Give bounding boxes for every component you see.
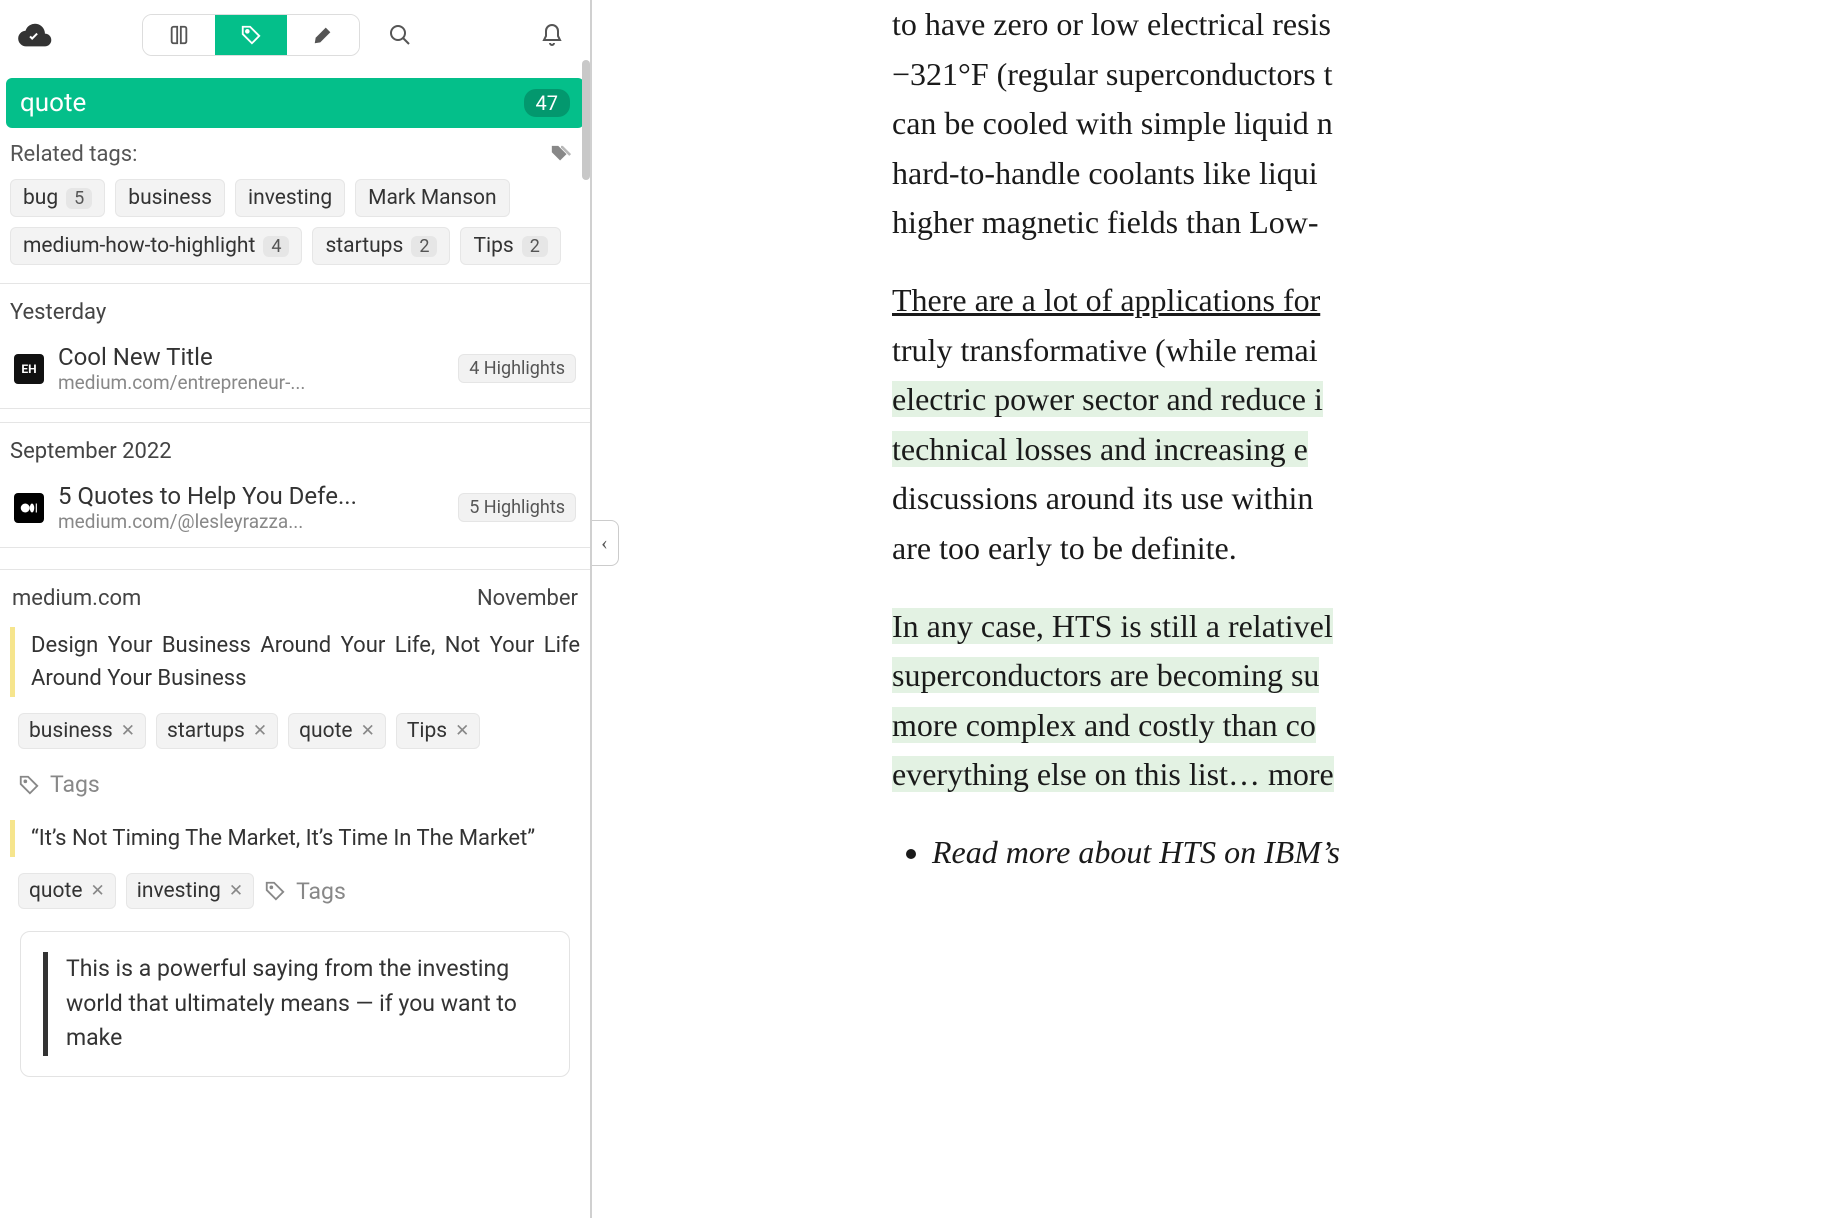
remove-tag-icon[interactable]: ✕ — [229, 881, 243, 901]
applied-tag-quote[interactable]: quote✕ — [288, 713, 386, 749]
highlight-text: Design Your Business Around Your Life, N… — [31, 629, 580, 695]
remove-tag-icon[interactable]: ✕ — [121, 721, 135, 741]
tag-chip-business[interactable]: business — [115, 179, 225, 217]
reader-pane: ‹ to have zero or low electrical resis −… — [592, 0, 1826, 1218]
detail-source: medium.com — [12, 586, 141, 611]
tag-chip-investing[interactable]: investing — [235, 179, 345, 217]
reader-highlight[interactable]: everything else on this list… more — [892, 756, 1334, 792]
reader-highlight[interactable]: superconductors are becoming su — [892, 657, 1319, 693]
highlight-block[interactable]: Design Your Business Around Your Life, N… — [10, 627, 580, 697]
cloud-sync-icon[interactable] — [18, 22, 142, 48]
note-box[interactable]: This is a powerful saying from the inves… — [20, 931, 570, 1077]
detail-date: November — [477, 586, 578, 611]
reader-highlight[interactable]: technical losses and increasing e — [892, 431, 1308, 467]
reader-paragraph: There are a lot of applications for trul… — [892, 276, 1826, 574]
nav-highlighter-icon[interactable] — [287, 15, 359, 55]
remove-tag-icon[interactable]: ✕ — [361, 721, 375, 741]
date-label: Yesterday — [0, 284, 590, 333]
nav-tags-icon[interactable] — [215, 15, 287, 55]
reader-highlight[interactable]: electric power sector and reduce i — [892, 381, 1323, 417]
highlights-count-badge: 5 Highlights — [458, 493, 576, 522]
source-favicon-icon: EH — [14, 354, 44, 384]
reader-list: Read more about HTS on IBM’s — [892, 828, 1826, 878]
list-item-url: medium.com/entrepreneur-... — [58, 371, 444, 394]
note-text: This is a powerful saying from the inves… — [43, 952, 547, 1056]
remove-tag-icon[interactable]: ✕ — [455, 721, 469, 741]
tag-chip-medium-how-to-highlight[interactable]: medium-how-to-highlight4 — [10, 227, 302, 265]
highlight-text: “It’s Not Timing The Market, It’s Time I… — [31, 822, 580, 855]
scrollbar[interactable] — [582, 60, 590, 180]
related-tags-label: Related tags: — [10, 142, 137, 167]
active-tag-name: quote — [20, 88, 86, 118]
bell-icon[interactable] — [532, 15, 572, 55]
reader-list-item: Read more about HTS on IBM’s — [932, 828, 1826, 878]
nav-reader-icon[interactable] — [143, 15, 215, 55]
date-group-yesterday: Yesterday EH Cool New Title medium.com/e… — [0, 284, 590, 409]
chevron-left-icon: ‹ — [601, 528, 608, 559]
applied-tag-tips[interactable]: Tips✕ — [396, 713, 481, 749]
list-item[interactable]: 5 Quotes to Help You Defe... medium.com/… — [0, 472, 590, 548]
list-item-url: medium.com/@lesleyrazza... — [58, 510, 444, 533]
active-tag-header[interactable]: quote 47 — [6, 78, 584, 128]
topnav — [0, 0, 590, 70]
highlight-block[interactable]: “It’s Not Timing The Market, It’s Time I… — [10, 820, 580, 857]
list-item-title: Cool New Title — [58, 343, 444, 371]
active-tag-count: 47 — [524, 89, 570, 117]
nav-pills — [142, 14, 360, 56]
list-item[interactable]: EH Cool New Title medium.com/entrepreneu… — [0, 333, 590, 409]
search-icon[interactable] — [380, 15, 420, 55]
add-tags-button[interactable]: Tags — [18, 771, 100, 798]
reader-highlight[interactable]: In any case, HTS is still a relativel — [892, 608, 1333, 644]
sidebar: quote 47 Related tags: bug5 business inv… — [0, 0, 592, 1218]
reader-paragraph: In any case, HTS is still a relativel su… — [892, 602, 1826, 800]
reader-paragraph: to have zero or low electrical resis −32… — [892, 0, 1826, 248]
date-group-september-2022: September 2022 5 Quotes to Help You Defe… — [0, 423, 590, 548]
date-label: September 2022 — [0, 423, 590, 472]
applied-tag-quote[interactable]: quote✕ — [18, 873, 116, 909]
tag-chip-bug[interactable]: bug5 — [10, 179, 105, 217]
highlights-count-badge: 4 Highlights — [458, 354, 576, 383]
applied-tag-startups[interactable]: startups✕ — [156, 713, 278, 749]
related-tag-chips: bug5 business investing Mark Manson medi… — [10, 179, 580, 265]
applied-tag-investing[interactable]: investing✕ — [126, 873, 254, 909]
source-favicon-icon — [14, 493, 44, 523]
tags-multi-icon[interactable] — [550, 144, 572, 166]
related-tags-section: Related tags: bug5 business investing Ma… — [0, 128, 590, 284]
add-tags-button[interactable]: Tags — [264, 878, 346, 905]
tag-chip-tips[interactable]: Tips2 — [460, 227, 560, 265]
list-item-title: 5 Quotes to Help You Defe... — [58, 482, 444, 510]
tag-chip-mark-manson[interactable]: Mark Manson — [355, 179, 510, 217]
collapse-sidebar-button[interactable]: ‹ — [592, 520, 619, 566]
reader-highlight[interactable]: more complex and costly than co — [892, 707, 1316, 743]
highlight-detail: medium.com November Design Your Business… — [0, 570, 590, 1077]
remove-tag-icon[interactable]: ✕ — [91, 881, 105, 901]
tag-chip-startups[interactable]: startups2 — [312, 227, 450, 265]
reader-link[interactable]: There are a lot of applications for — [892, 282, 1320, 318]
remove-tag-icon[interactable]: ✕ — [253, 721, 267, 741]
applied-tag-business[interactable]: business✕ — [18, 713, 146, 749]
